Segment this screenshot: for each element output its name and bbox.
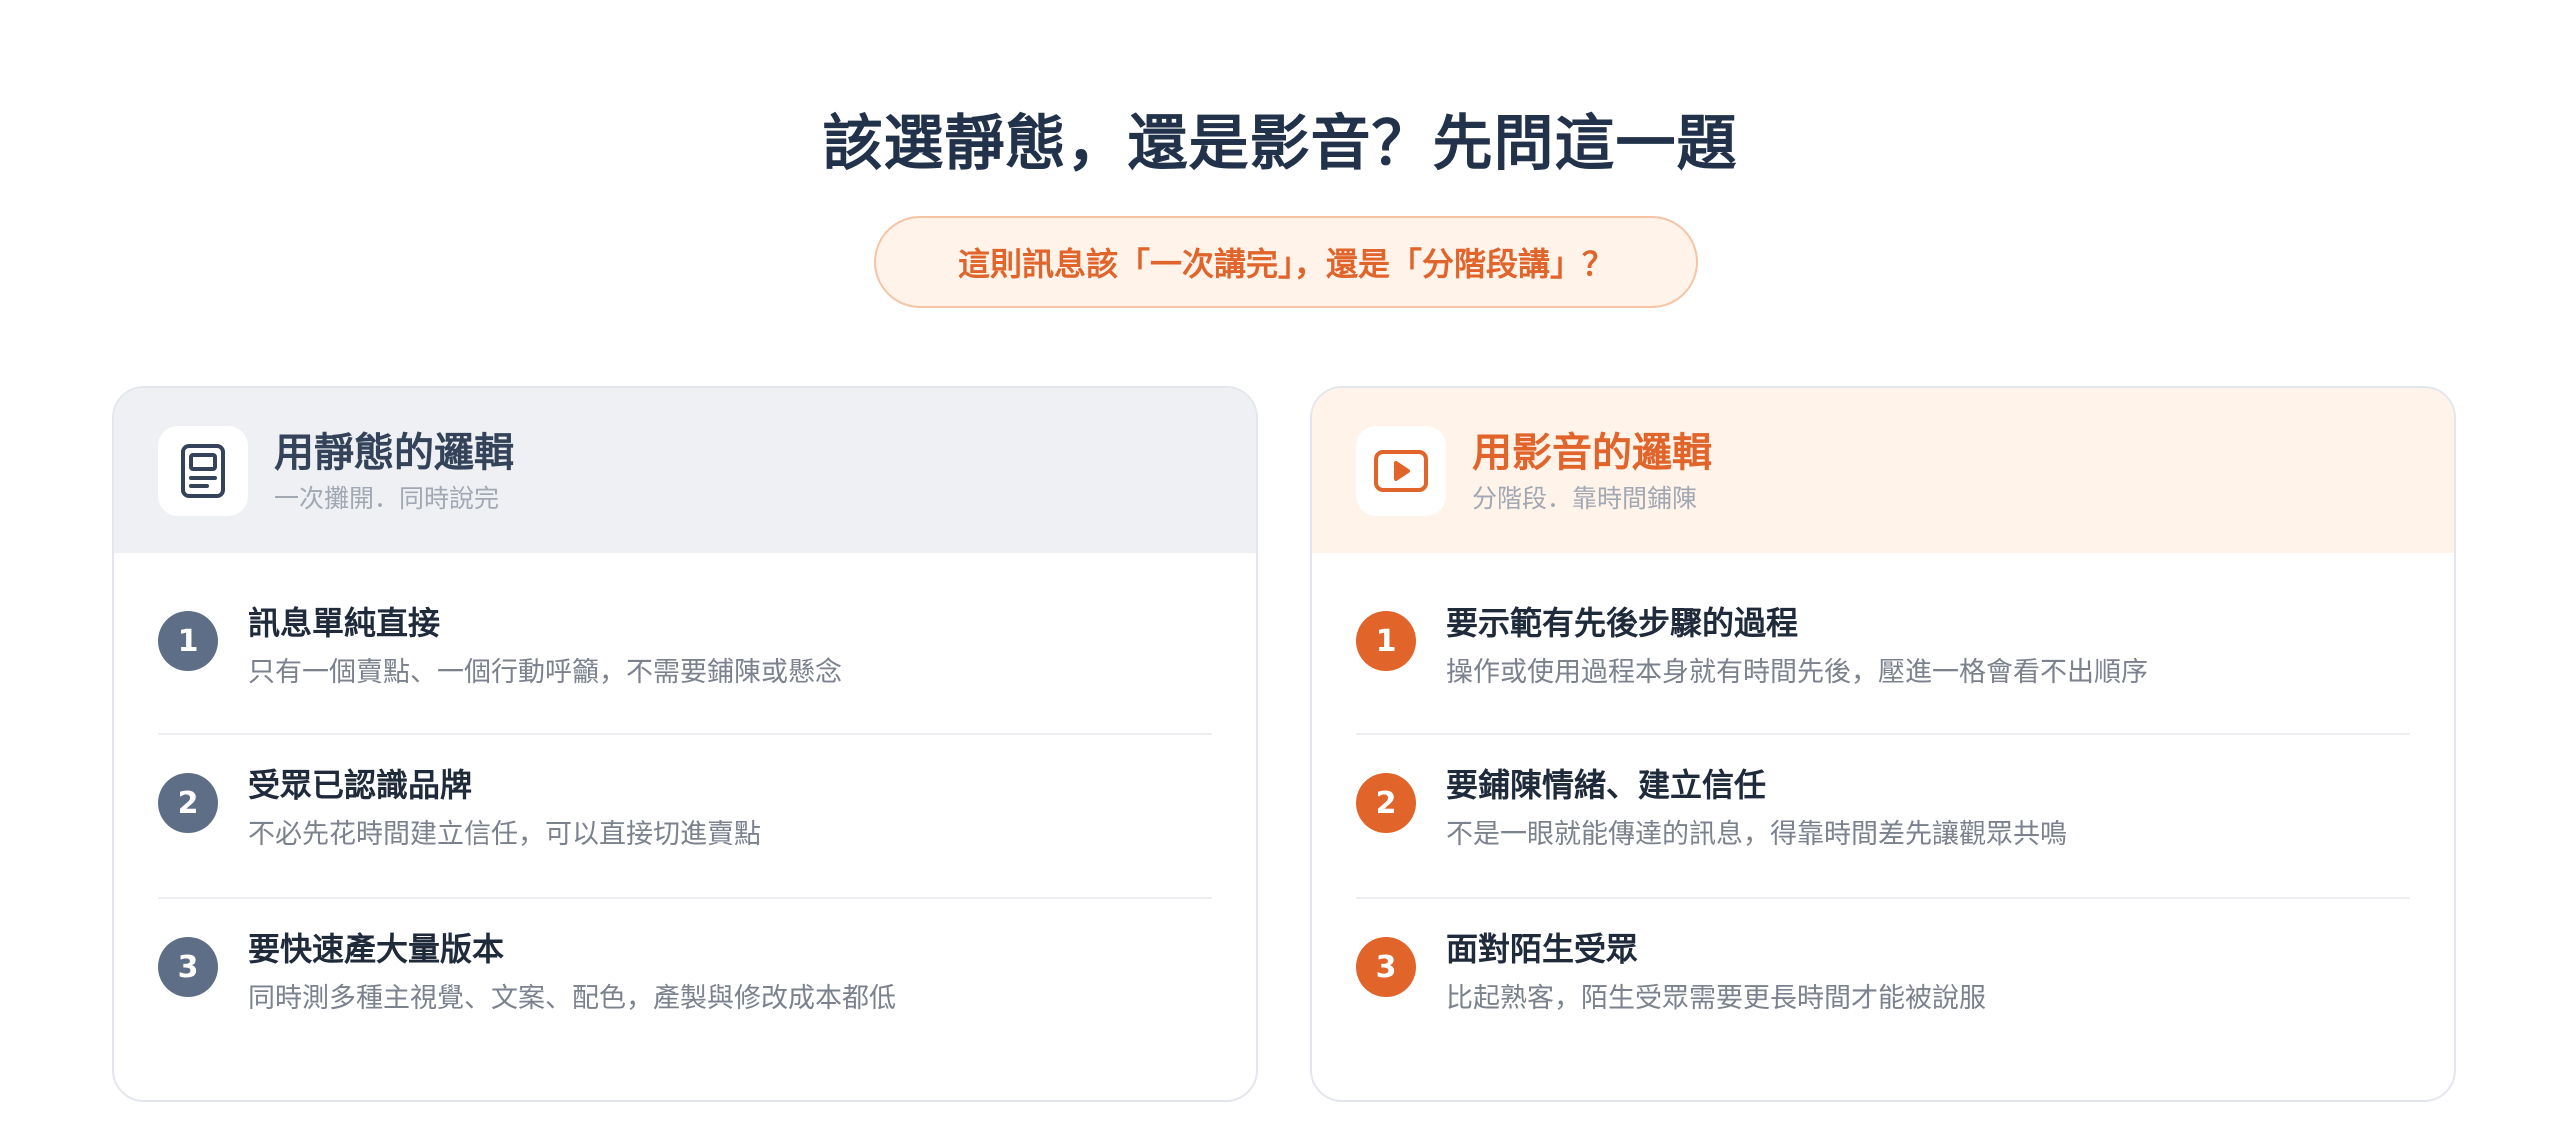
play-icon [1356, 425, 1446, 516]
number-badge: 3 [1356, 937, 1416, 997]
video-card-title: 用影音的邏輯 [1472, 429, 1712, 476]
key-question-text: 這則訊息該「一次講完」，還是「分階段講」？ [957, 245, 1614, 283]
static-card-header: 用靜態的邏輯 一次攤開．同時說完 [114, 388, 1256, 553]
key-question-pill: 這則訊息該「一次講完」，還是「分階段講」？ [874, 216, 1698, 308]
number-badge: 3 [158, 937, 218, 997]
item-title: 要鋪陳情緒、建立信任 [1446, 766, 1767, 804]
video-card-subtitle: 分階段．靠時間鋪陳 [1472, 483, 1698, 513]
static-logic-card: 用靜態的邏輯 一次攤開．同時說完 1 訊息單純直接 只有一個賣點、一個行動呼籲，… [112, 386, 1258, 1102]
item-description: 比起熟客，陌生受眾需要更長時間才能被說服 [1446, 983, 1986, 1014]
item-title: 要示範有先後步驟的過程 [1446, 604, 1799, 642]
item-title: 訊息單純直接 [248, 604, 441, 642]
list-item: 1 要示範有先後步驟的過程 操作或使用過程本身就有時間先後，壓進一格會看不出順序 [1356, 591, 2410, 735]
number-badge: 2 [158, 773, 218, 833]
list-item: 3 面對陌生受眾 比起熟客，陌生受眾需要更長時間才能被說服 [1356, 899, 2410, 1063]
static-card-subtitle: 一次攤開．同時說完 [274, 483, 500, 513]
item-description: 只有一個賣點、一個行動呼籲，不需要鋪陳或懸念 [248, 657, 842, 688]
document-icon [158, 425, 248, 516]
video-logic-card: 用影音的邏輯 分階段．靠時間鋪陳 1 要示範有先後步驟的過程 操作或使用過程本身… [1310, 386, 2456, 1102]
item-description: 不是一眼就能傳達的訊息，得靠時間差先讓觀眾共鳴 [1446, 819, 2067, 850]
list-item: 3 要快速產大量版本 同時測多種主視覺、文案、配色，產製與修改成本都低 [158, 899, 1212, 1063]
list-item: 2 受眾已認識品牌 不必先花時間建立信任，可以直接切進賣點 [158, 735, 1212, 899]
video-reason-list: 1 要示範有先後步驟的過程 操作或使用過程本身就有時間先後，壓進一格會看不出順序… [1312, 553, 2454, 1063]
item-description: 不必先花時間建立信任，可以直接切進賣點 [248, 819, 761, 850]
number-badge: 1 [158, 611, 218, 671]
list-item: 2 要鋪陳情緒、建立信任 不是一眼就能傳達的訊息，得靠時間差先讓觀眾共鳴 [1356, 735, 2410, 899]
item-description: 同時測多種主視覺、文案、配色，產製與修改成本都低 [248, 983, 896, 1014]
static-reason-list: 1 訊息單純直接 只有一個賣點、一個行動呼籲，不需要鋪陳或懸念 2 受眾已認識品… [114, 553, 1256, 1063]
page-title: 該選靜態，還是影音？先問這一題 [822, 109, 1738, 179]
number-badge: 2 [1356, 773, 1416, 833]
number-badge: 1 [1356, 611, 1416, 671]
item-title: 受眾已認識品牌 [248, 766, 473, 804]
static-card-title: 用靜態的邏輯 [274, 429, 514, 476]
item-description: 操作或使用過程本身就有時間先後，壓進一格會看不出順序 [1446, 657, 2148, 688]
item-title: 面對陌生受眾 [1446, 930, 1639, 968]
video-card-header: 用影音的邏輯 分階段．靠時間鋪陳 [1312, 388, 2454, 553]
list-item: 1 訊息單純直接 只有一個賣點、一個行動呼籲，不需要鋪陳或懸念 [158, 591, 1212, 735]
item-title: 要快速產大量版本 [248, 930, 505, 968]
